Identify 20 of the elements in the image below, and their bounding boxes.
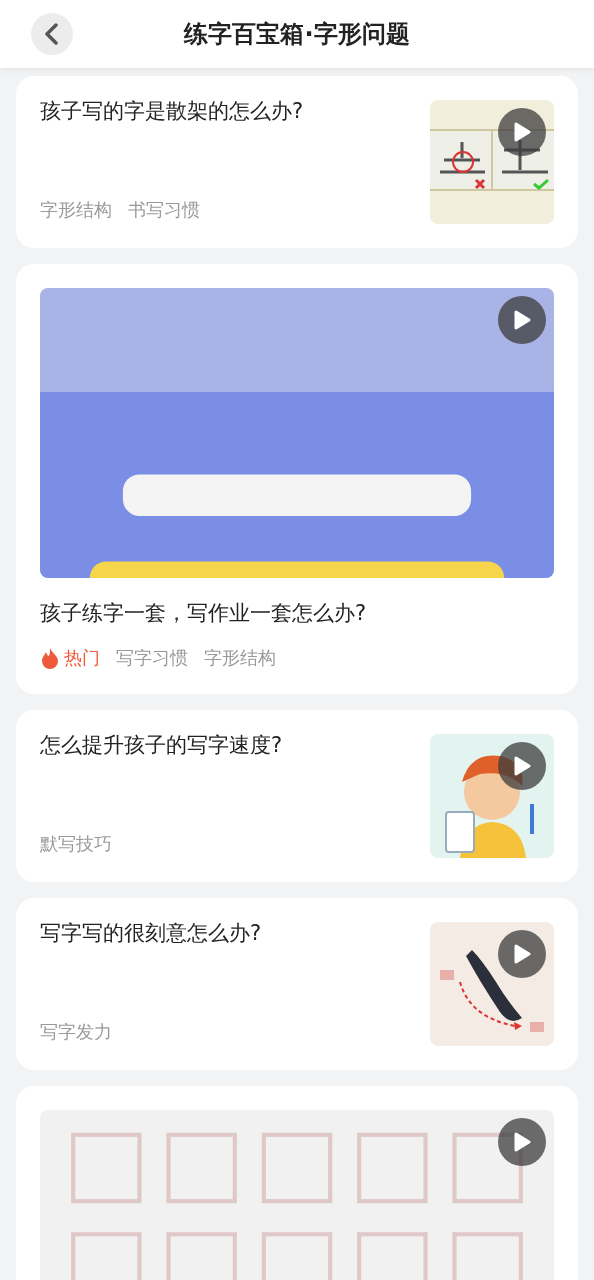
tag-label: 默写技巧 xyxy=(40,832,112,856)
tag-label: 写字习惯 xyxy=(116,646,188,670)
hot-label: 热门 xyxy=(64,646,100,670)
tag-label: 字形结构 xyxy=(204,646,276,670)
card-title[interactable]: 孩子写的字是散架的怎么办? xyxy=(40,96,304,126)
card-title[interactable]: 孩子练字一套，写作业一套怎么办? xyxy=(40,598,554,628)
back-icon xyxy=(44,23,60,45)
flame-icon xyxy=(40,647,60,669)
card-title[interactable]: 怎么提升孩子的写字速度? xyxy=(40,730,283,760)
play-icon xyxy=(513,1132,531,1152)
page-title: 练字百宝箱·字形问题 xyxy=(182,19,411,50)
tag-label: 写字发力 xyxy=(40,1020,112,1044)
play-icon xyxy=(513,944,531,964)
play-icon xyxy=(513,122,531,142)
play-icon xyxy=(513,310,531,330)
tag-label: 字形结构 xyxy=(40,198,112,222)
card-title[interactable]: 写字写的很刻意怎么办? xyxy=(40,918,262,948)
tag-label: 书写习惯 xyxy=(128,198,200,222)
play-icon xyxy=(513,756,531,776)
back-button[interactable] xyxy=(31,13,73,55)
